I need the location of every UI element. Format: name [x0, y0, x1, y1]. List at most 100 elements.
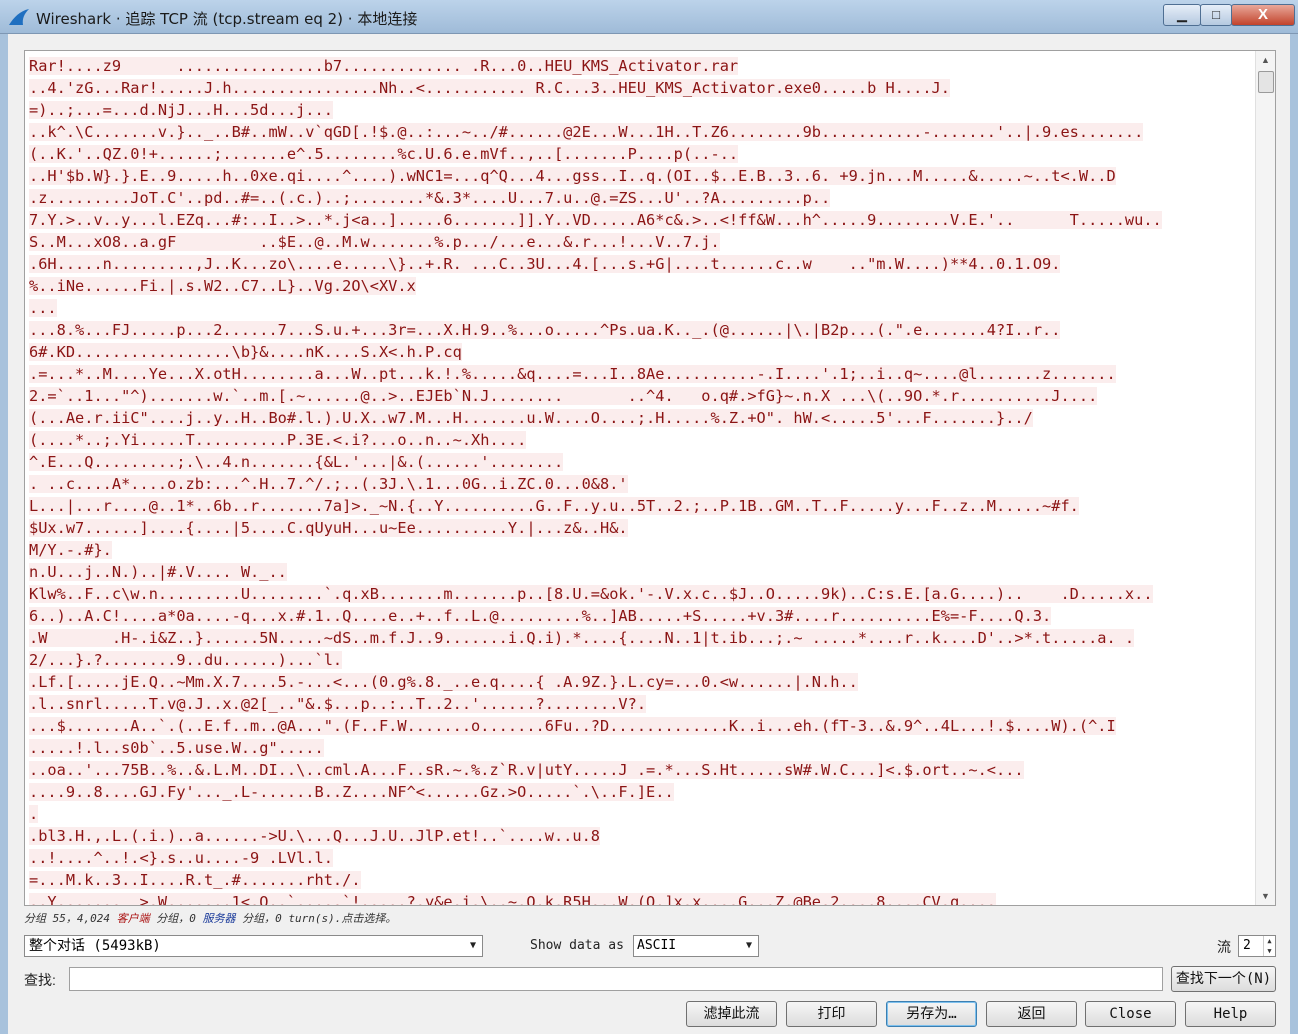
help-button[interactable]: Help: [1185, 1001, 1276, 1027]
stream-line-text: L...|...r....@..1*..6b..r.......7a]>._~N…: [29, 497, 1079, 515]
stream-line: .: [29, 803, 1254, 825]
stream-line: =)..;...=...d.NjJ...H...5d...j...: [29, 99, 1254, 121]
stream-number-value: 2: [1243, 938, 1251, 953]
stream-number-spinbox[interactable]: 2 ▲ ▼: [1238, 935, 1276, 957]
stream-line: %..iNe......Fi.|.s.W2..C7..L}..Vg.2O\<XV…: [29, 275, 1254, 297]
stream-line: S..M...xO8..a.gF ..$E..@..M.w.......%.p.…: [29, 231, 1254, 253]
conversation-select[interactable]: 整个对话 (5493kB) ▼: [24, 935, 483, 957]
stream-line-text: .: [29, 805, 39, 823]
chevron-down-icon: ▼: [745, 940, 752, 951]
status-prefix: 分组 55，4,024: [24, 912, 117, 925]
stream-line-text: M/Y.-.#}.: [29, 541, 112, 559]
stream-line-text: Rar!....z9 ................b7...........…: [29, 57, 739, 75]
stream-line: 2/...}.?........9..du......)...`l.: [29, 649, 1254, 671]
stream-line-text: . ..c....A*....o.zb:...^.H..7.^/.;..(.3J…: [29, 475, 628, 493]
filter-out-stream-button[interactable]: 滤掉此流: [686, 1001, 777, 1027]
window-close-button[interactable]: X: [1231, 4, 1295, 26]
print-button[interactable]: 打印: [786, 1001, 877, 1027]
stream-line-text: .6H.....n.........,J..K...zo\....e.....\…: [29, 255, 1061, 273]
save-as-button[interactable]: 另存为…: [886, 1001, 977, 1027]
stream-line-text: $Ux.w7......]....{....|5....C.qUyuH...u~…: [29, 519, 628, 537]
stream-line: ..oa..'...75B..%..&.L.M..DI..\..cml.A...…: [29, 759, 1254, 781]
stream-line: ...8.%...FJ.....p...2......7...S.u.+...3…: [29, 319, 1254, 341]
stream-line: Rar!....z9 ................b7...........…: [29, 55, 1254, 77]
find-next-button[interactable]: 查找下一个(N): [1171, 966, 1276, 992]
wireshark-fin-icon: [9, 9, 29, 25]
close-button[interactable]: Close: [1085, 1001, 1176, 1027]
stream-line: ..4.'zG...Rar!.....J.h................Nh…: [29, 77, 1254, 99]
stream-line: Klw%..F..c\w.n.........U........`.q.xB..…: [29, 583, 1254, 605]
spin-arrows-icon[interactable]: ▲ ▼: [1263, 936, 1275, 956]
find-input[interactable]: [69, 967, 1163, 991]
stream-line-text: (..K.'..QZ.0!+......;.......e^.5........…: [29, 145, 739, 163]
stream-line-text: 2/...}.?........9..du......)...`l.: [29, 651, 343, 669]
stream-line: L...|...r....@..1*..6b..r.......7a]>._~N…: [29, 495, 1254, 517]
stream-line: .....!.l..s0b`..5.use.W..g".....: [29, 737, 1254, 759]
stream-line: ^.E...Q.........;.\..4.n.......{&L.'...|…: [29, 451, 1254, 473]
status-middle: 分组，0: [149, 912, 203, 925]
stream-line: .6H.....n.........,J..K...zo\....e.....\…: [29, 253, 1254, 275]
stream-line-text: 2.=`..1..."^).......w.`..m.[.~......@..>…: [29, 387, 1098, 405]
stream-line-text: 6#.KD.................\b}&....nK....S.X<…: [29, 343, 462, 361]
stream-line-text: %..iNe......Fi.|.s.W2..C7..L}..Vg.2O\<XV…: [29, 277, 416, 295]
window-title: Wireshark · 追踪 TCP 流 (tcp.stream eq 2) ·…: [36, 10, 418, 28]
stream-line-text: n.U...j..N.)..|#.V.... W._..: [29, 563, 287, 581]
stream-line-text: (....*..;.Yi.....T..........P.3E.<.i?...…: [29, 431, 527, 449]
stream-line-text: ...8.%...FJ.....p...2......7...S.u.+...3…: [29, 321, 1061, 339]
title-bar: Wireshark · 追踪 TCP 流 (tcp.stream eq 2) ·…: [0, 0, 1298, 34]
stream-line: ..Y....... >.W.......1<.O..`.....`!.....…: [29, 891, 1254, 905]
stream-line: (....*..;.Yi.....T..........P.3E.<.i?...…: [29, 429, 1254, 451]
stream-line: ...: [29, 297, 1254, 319]
stream-line-text: ..k^.\C.......v.}.._..B#..mW..v`qGD[.!$.…: [29, 123, 1144, 141]
stream-line: .bl3.H.,.L.(.i.)..a......->U.\...Q...J.U…: [29, 825, 1254, 847]
stream-line-text: ..4.'zG...Rar!.....J.h................Nh…: [29, 79, 950, 97]
vertical-scrollbar[interactable]: ▲ ▼: [1255, 51, 1275, 905]
status-client-label: 客户端: [116, 912, 150, 925]
stream-line-text: ..!....^..!.<}.s..u....-9 .LVl.l.: [29, 849, 333, 867]
stream-line: 6..)..A.C!....a*0a....-q...x.#.1..Q....e…: [29, 605, 1254, 627]
maximize-button[interactable]: □: [1200, 4, 1232, 26]
stream-line: 2.=`..1..."^).......w.`..m.[.~......@..>…: [29, 385, 1254, 407]
stream-line-text: .W .H-.i&Z..}......5N.....~dS..m.f.J..9.…: [29, 629, 1135, 647]
stream-line: .=...*..M....Ye...X.otH........a...W..pt…: [29, 363, 1254, 385]
stream-line-text: =)..;...=...d.NjJ...H...5d...j...: [29, 101, 333, 119]
stream-line-text: ^.E...Q.........;.\..4.n.......{&L.'...|…: [29, 453, 564, 471]
stream-line-text: ....9..8....GJ.Fy'..._.L-......B..Z....N…: [29, 783, 674, 801]
scroll-thumb[interactable]: [1258, 71, 1274, 93]
scroll-down-arrow-icon[interactable]: ▼: [1256, 887, 1275, 905]
status-server-label: 服务器: [202, 912, 236, 925]
stream-line-text: .z.........JoT.C'..pd..#=..(.c.)..;.....…: [29, 189, 831, 207]
stream-number-label: 流: [1217, 939, 1231, 955]
stream-line-text: ..oa..'...75B..%..&.L.M..DI..\..cml.A...…: [29, 761, 1024, 779]
scroll-up-arrow-icon[interactable]: ▲: [1256, 51, 1275, 69]
stream-line: n.U...j..N.)..|#.V.... W._..: [29, 561, 1254, 583]
stream-lines: Rar!....z9 ................b7...........…: [29, 55, 1254, 905]
show-data-format-select[interactable]: ASCII ▼: [633, 935, 759, 957]
stream-line-text: .bl3.H.,.L.(.i.)..a......->U.\...Q...J.U…: [29, 827, 600, 845]
stream-line-text: ...: [29, 299, 57, 317]
stream-line: .Lf.[.....jE.Q..~Mm.X.7....5.-...<...(0.…: [29, 671, 1254, 693]
stream-line: (..K.'..QZ.0!+......;.......e^.5........…: [29, 143, 1254, 165]
stream-line: ..H'$b.W}.}.E..9.....h..0xe.qi....^....)…: [29, 165, 1254, 187]
find-label: 查找:: [24, 972, 56, 988]
stream-line-text: ...$.......A..`.(..E.f..m..@A...".(F..F.…: [29, 717, 1116, 735]
stream-content-view[interactable]: Rar!....z9 ................b7...........…: [24, 50, 1276, 906]
stream-line: ..k^.\C.......v.}.._..B#..mW..v`qGD[.!$.…: [29, 121, 1254, 143]
stream-line: 6#.KD.................\b}&....nK....S.X<…: [29, 341, 1254, 363]
stream-line: $Ux.w7......]....{....|5....C.qUyuH...u~…: [29, 517, 1254, 539]
back-button[interactable]: 返回: [986, 1001, 1077, 1027]
show-data-label: Show data as: [530, 938, 624, 953]
stream-line: .l..snrl.....T.v@.J..x.@2[_.."&.$...p..:…: [29, 693, 1254, 715]
minimize-button[interactable]: ▁: [1163, 4, 1201, 26]
stream-line-text: .l..snrl.....T.v@.J..x.@2[_.."&.$...p..:…: [29, 695, 647, 713]
stream-line: (...Ae.r.iiC"....j..y..H..Bo#.l.).U.X..w…: [29, 407, 1254, 429]
stream-line: ...$.......A..`.(..E.f..m..@A...".(F..F.…: [29, 715, 1254, 737]
stream-line: 7.Y.>..v..y...l.EZq...#:..I..>..*.j<a..]…: [29, 209, 1254, 231]
stream-line: =...M.k..3..I....R.t_.#.......rht./.: [29, 869, 1254, 891]
conversation-select-value: 整个对话 (5493kB): [29, 938, 161, 954]
stream-line: .z.........JoT.C'..pd..#=..(.c.)..;.....…: [29, 187, 1254, 209]
stream-line-text: ..Y....... >.W.......1<.O..`.....`!.....…: [29, 893, 996, 905]
stream-line: M/Y.-.#}.: [29, 539, 1254, 561]
stream-line-text: .....!.l..s0b`..5.use.W..g".....: [29, 739, 324, 757]
stream-line-text: =...M.k..3..I....R.t_.#.......rht./.: [29, 871, 361, 889]
